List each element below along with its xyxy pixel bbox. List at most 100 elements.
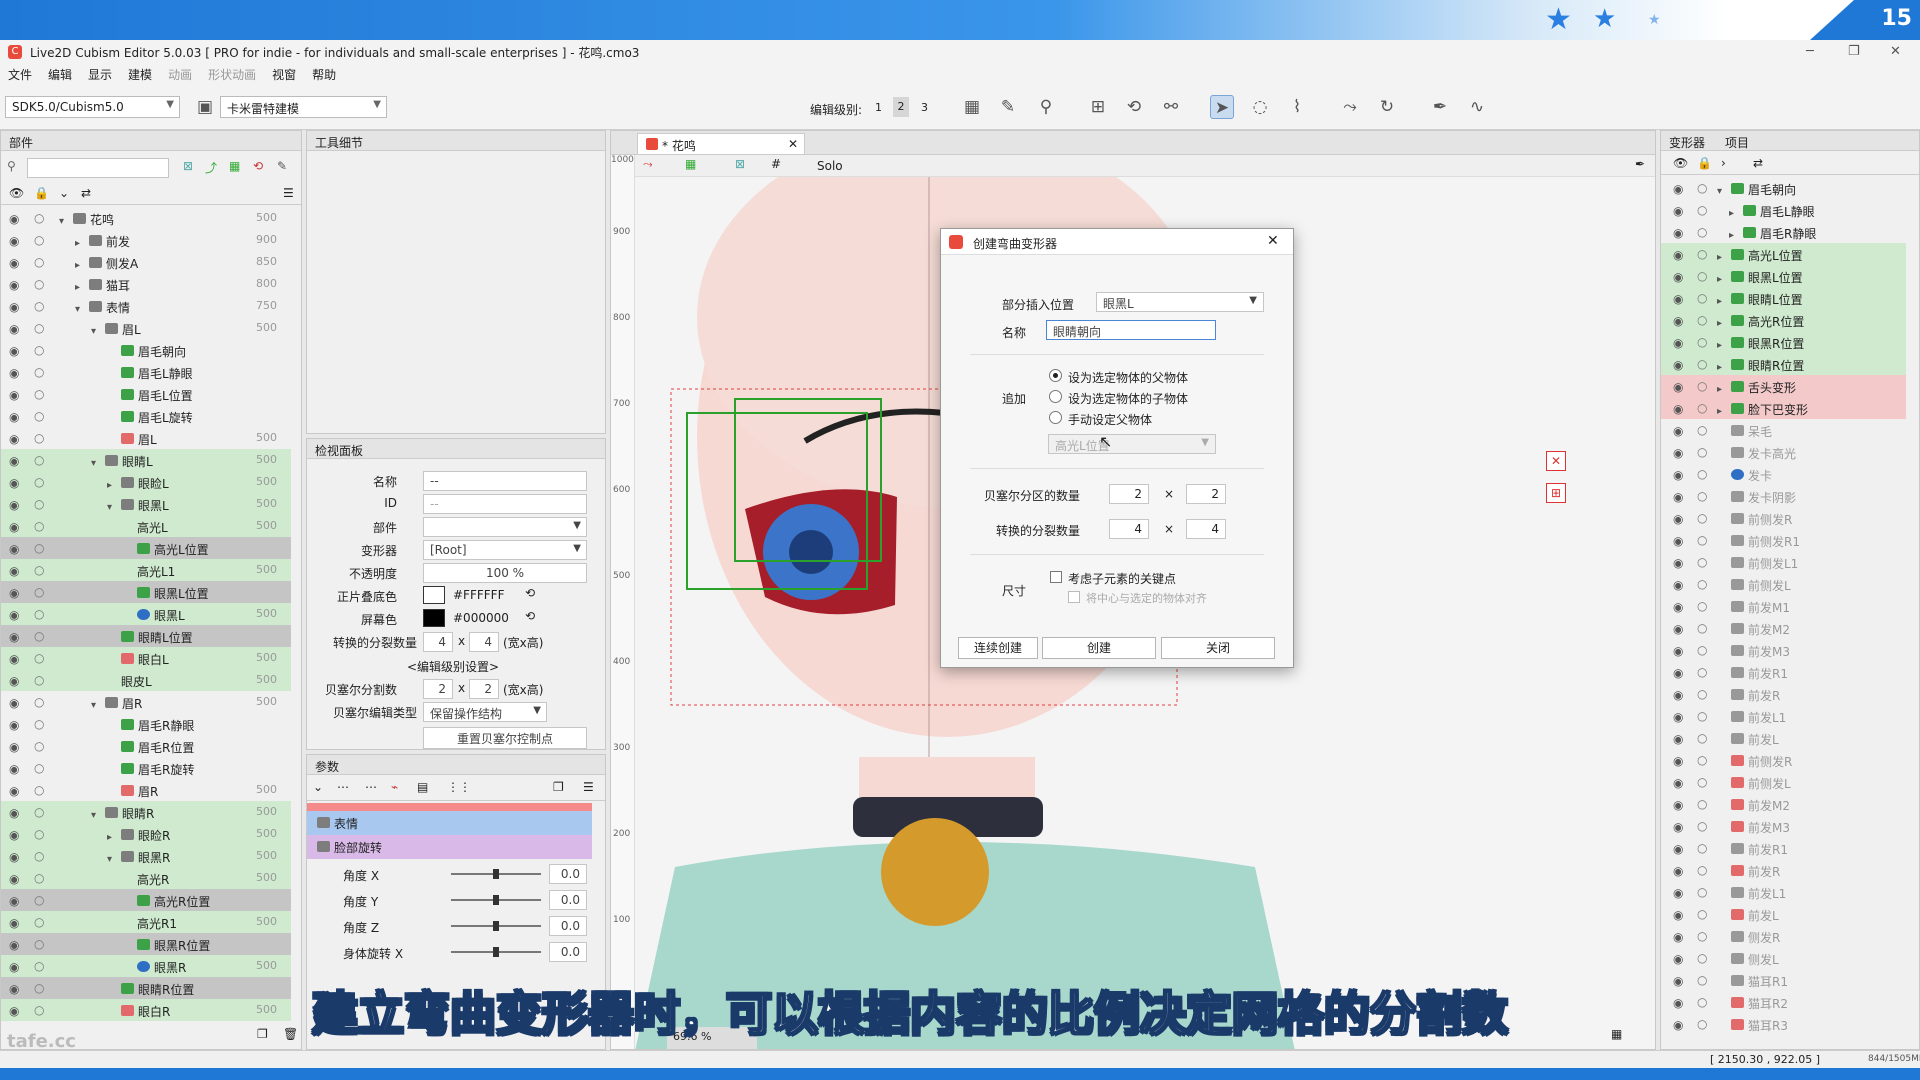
lock-toggle-icon[interactable]: ○ [1697, 577, 1707, 591]
chevron-icon[interactable]: ▸ [1717, 252, 1731, 263]
eye-icon[interactable]: ◉ [1673, 534, 1683, 548]
lock-toggle-icon[interactable]: ○ [1697, 511, 1707, 525]
deformer-row[interactable]: ◉ ○ 前发R1 [1661, 837, 1906, 859]
parameter-value[interactable]: 0.0 [549, 864, 587, 884]
screen-color-swatch[interactable] [423, 609, 445, 627]
grid-icon[interactable]: ⋮⋮ [447, 780, 471, 794]
parts-row[interactable]: ◉ ○ 眼黑R 500 [1, 955, 291, 977]
deformer-option-icon[interactable]: ⊞ [1546, 483, 1566, 503]
radio-set-parent[interactable] [1049, 369, 1062, 382]
lock-toggle-icon[interactable]: ○ [34, 541, 44, 555]
eye-icon[interactable]: ◉ [9, 388, 19, 402]
eye-icon[interactable]: ◉ [1673, 402, 1683, 416]
lock-toggle-icon[interactable]: ○ [34, 365, 44, 379]
menu-icon[interactable]: ☰ [583, 780, 594, 794]
slider-knob[interactable] [493, 869, 499, 879]
chevron-icon[interactable]: ▸ [1717, 340, 1731, 351]
eye-icon[interactable]: ◉ [1673, 622, 1683, 636]
viewport-menu-icon[interactable]: ▦ [1611, 1027, 1622, 1041]
lock-toggle-icon[interactable]: ○ [1697, 753, 1707, 767]
lock-toggle-icon[interactable]: ○ [34, 761, 44, 775]
deformer-row[interactable]: ◉ ○ 前侧发L1 [1661, 551, 1906, 573]
eye-icon[interactable]: ◉ [9, 828, 19, 842]
lock-toggle-icon[interactable]: ○ [34, 893, 44, 907]
lock-toggle-icon[interactable]: ○ [1697, 599, 1707, 613]
deformer-row[interactable]: ◉ ○ 前发M2 [1661, 793, 1906, 815]
lock-toggle-icon[interactable]: ○ [1697, 1017, 1707, 1031]
lock-toggle-icon[interactable]: ○ [34, 717, 44, 731]
deformer-row[interactable]: ◉ ○ 前发L [1661, 903, 1906, 925]
eye-icon[interactable]: ◉ [9, 674, 19, 688]
lock-toggle-icon[interactable]: ○ [34, 585, 44, 599]
parts-row[interactable]: ◉ ○ 眉毛L静眼 [1, 361, 291, 383]
lock-toggle-icon[interactable]: ○ [1697, 269, 1707, 283]
lock-toggle-icon[interactable]: ○ [34, 497, 44, 511]
reset-bezier-button[interactable]: 重置贝塞尔控制点 [423, 727, 587, 749]
deformer-row[interactable]: ◉ ○ 呆毛 [1661, 419, 1906, 441]
parameters-tab[interactable]: 参数 [307, 755, 605, 775]
slider-knob[interactable] [493, 921, 499, 931]
eye-icon[interactable]: ◉ [1673, 292, 1683, 306]
eye-icon[interactable]: ◉ [1673, 446, 1683, 460]
deformer-row[interactable]: ◉ ○ 前发R1 [1661, 661, 1906, 683]
eye-icon[interactable]: ◉ [1673, 644, 1683, 658]
deformer-row[interactable]: ◉ ○ 猫耳R1 [1661, 969, 1906, 991]
lock-toggle-icon[interactable]: ○ [1697, 951, 1707, 965]
chevron-icon[interactable]: ▾ [1717, 186, 1731, 197]
eye-icon[interactable]: ◉ [9, 542, 19, 556]
deformer-row[interactable]: ◉ ○ ▸ 眼睛R位置 [1661, 353, 1906, 375]
deformer-row[interactable]: ◉ ○ ▸ 舌头变形 [1661, 375, 1906, 397]
chevron-down-icon[interactable]: ⌄ [313, 780, 323, 794]
grid-icon[interactable]: ▦ [229, 159, 240, 173]
eye-icon[interactable]: ◉ [1673, 424, 1683, 438]
parts-search-input[interactable] [27, 158, 169, 178]
eye-icon[interactable]: ◉ [9, 784, 19, 798]
deformer-path-icon[interactable]: ⤳ [643, 157, 653, 172]
lock-toggle-icon[interactable]: ○ [1697, 687, 1707, 701]
lock-toggle-icon[interactable]: ○ [1697, 291, 1707, 305]
filter-icon[interactable]: ⊠ [183, 159, 193, 173]
eye-icon[interactable]: ◉ [1673, 666, 1683, 680]
eye-icon[interactable]: ◉ [9, 938, 19, 952]
transform-icon[interactable]: ⊞ [1086, 95, 1110, 119]
insert-position-select[interactable]: 眼黑L ▼ [1096, 292, 1264, 312]
lock-toggle-icon[interactable]: ○ [34, 915, 44, 929]
eye-icon[interactable]: ◉ [1673, 842, 1683, 856]
lock-toggle-icon[interactable]: ○ [34, 343, 44, 357]
lock-toggle-icon[interactable]: ○ [34, 431, 44, 445]
deformer-row[interactable]: ◉ ○ ▸ 高光L位置 [1661, 243, 1906, 265]
eye-icon[interactable]: 👁 [9, 186, 24, 200]
eye-icon[interactable]: ◉ [9, 608, 19, 622]
lock-toggle-icon[interactable]: ○ [1697, 401, 1707, 415]
eye-icon[interactable]: ◉ [1673, 996, 1683, 1010]
delete-deformer-icon[interactable]: ✕ [1546, 451, 1566, 471]
lock-toggle-icon[interactable]: ○ [1697, 797, 1707, 811]
keyform-delete-icon[interactable]: ⌁ [391, 780, 398, 794]
chevron-icon[interactable]: ▾ [91, 810, 105, 821]
lock-icon[interactable]: 🔒 [1697, 156, 1712, 170]
close-icon[interactable]: ✕ [1267, 233, 1279, 249]
deformer-row[interactable]: ◉ ○ 前发R [1661, 859, 1906, 881]
deformer-select[interactable]: [Root] ▼ [423, 540, 587, 560]
deformer-row[interactable]: ◉ ○ 前侧发L [1661, 573, 1906, 595]
lasso-icon[interactable]: ◌ [1248, 95, 1272, 119]
parts-tab[interactable]: 部件 [1, 131, 301, 151]
keyform-icon[interactable]: ⋯ [337, 780, 349, 794]
eye-icon[interactable]: ◉ [1673, 512, 1683, 526]
id-field[interactable]: -- [423, 494, 587, 514]
lock-toggle-icon[interactable]: ○ [34, 299, 44, 313]
parts-row[interactable]: ◉ ○ ▾ 眉R 500 [1, 691, 291, 713]
menu-window[interactable]: 视窗 [272, 66, 296, 83]
menu-modeling[interactable]: 建模 [128, 66, 152, 83]
eye-icon[interactable]: ◉ [1673, 248, 1683, 262]
deformer-row[interactable]: ◉ ○ 前侧发R [1661, 507, 1906, 529]
deformer-name-input[interactable]: 眼睛朝向 [1046, 320, 1216, 340]
lock-toggle-icon[interactable]: ○ [1697, 929, 1707, 943]
eye-icon[interactable]: ◉ [1673, 336, 1683, 350]
chevron-icon[interactable]: ▸ [75, 238, 89, 249]
lock-toggle-icon[interactable]: ○ [1697, 555, 1707, 569]
parts-row[interactable]: ◉ ○ 眼睛L位置 [1, 625, 291, 647]
parts-row[interactable]: ◉ ○ ▾ 眼睛L 500 [1, 449, 291, 471]
menu-file[interactable]: 文件 [8, 66, 32, 83]
deformer-row[interactable]: ◉ ○ ▸ 眼黑L位置 [1661, 265, 1906, 287]
